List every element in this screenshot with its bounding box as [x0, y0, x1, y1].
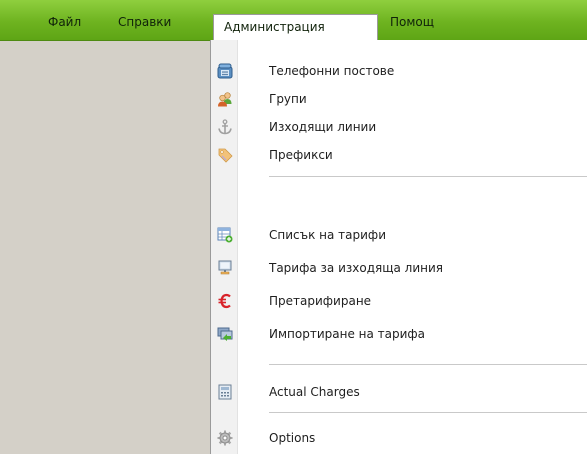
menu-item-phone-stations[interactable]: Телефонни постове [211, 57, 587, 85]
workspace-background [0, 41, 210, 454]
menu-item-groups[interactable]: Групи [211, 85, 587, 113]
menu-item-outgoing-line-tariff[interactable]: Тарифа за изходяща линия [211, 254, 587, 282]
menu-item-tariff-list[interactable]: Списък на тарифи [211, 221, 587, 249]
menu-item-prefixes[interactable]: Префикси [211, 141, 587, 169]
menu-reports[interactable]: Справки [118, 12, 171, 32]
menu-item-actual-charges[interactable]: Actual Charges [211, 378, 587, 406]
administration-dropdown: Телефонни постове Групи Изходящи линии П… [210, 40, 587, 454]
menu-item-label: Тарифа за изходяща линия [269, 261, 444, 275]
menu-help[interactable]: Помощ [390, 12, 434, 32]
menu-file[interactable]: Файл [48, 12, 81, 32]
euro-icon [217, 293, 233, 309]
menu-item-label: Претарифиране [269, 294, 372, 308]
menu-item-label: Options [269, 431, 316, 445]
tag-icon [217, 147, 233, 163]
telephone-icon [217, 63, 233, 79]
menu-item-retariff[interactable]: Претарифиране [211, 287, 587, 315]
table-add-icon [217, 227, 233, 243]
menu-item-label: Групи [269, 92, 307, 106]
menu-administration[interactable]: Администрация [213, 14, 378, 40]
menu-item-label: Изходящи линии [269, 120, 377, 134]
menu-item-label: Импортиране на тарифа [269, 327, 426, 341]
menu-item-options[interactable]: Options [211, 424, 587, 452]
menu-item-label: Телефонни постове [269, 64, 395, 78]
menu-separator [269, 364, 587, 365]
menu-item-import-tariff[interactable]: Импортиране на тарифа [211, 320, 587, 348]
monitor-icon [217, 260, 233, 276]
menu-item-outgoing-lines[interactable]: Изходящи линии [211, 113, 587, 141]
calculator-icon [217, 384, 233, 400]
import-icon [217, 326, 233, 342]
menu-item-label: Списък на тарифи [269, 228, 386, 242]
gear-icon [217, 430, 233, 446]
menu-item-label: Префикси [269, 148, 333, 162]
menu-bar: Файл Справки Администрация Помощ [0, 0, 587, 41]
group-users-icon [217, 91, 233, 107]
menu-separator [269, 176, 587, 177]
anchor-icon [217, 119, 233, 135]
menu-item-label: Actual Charges [269, 385, 360, 399]
menu-separator [269, 412, 587, 413]
